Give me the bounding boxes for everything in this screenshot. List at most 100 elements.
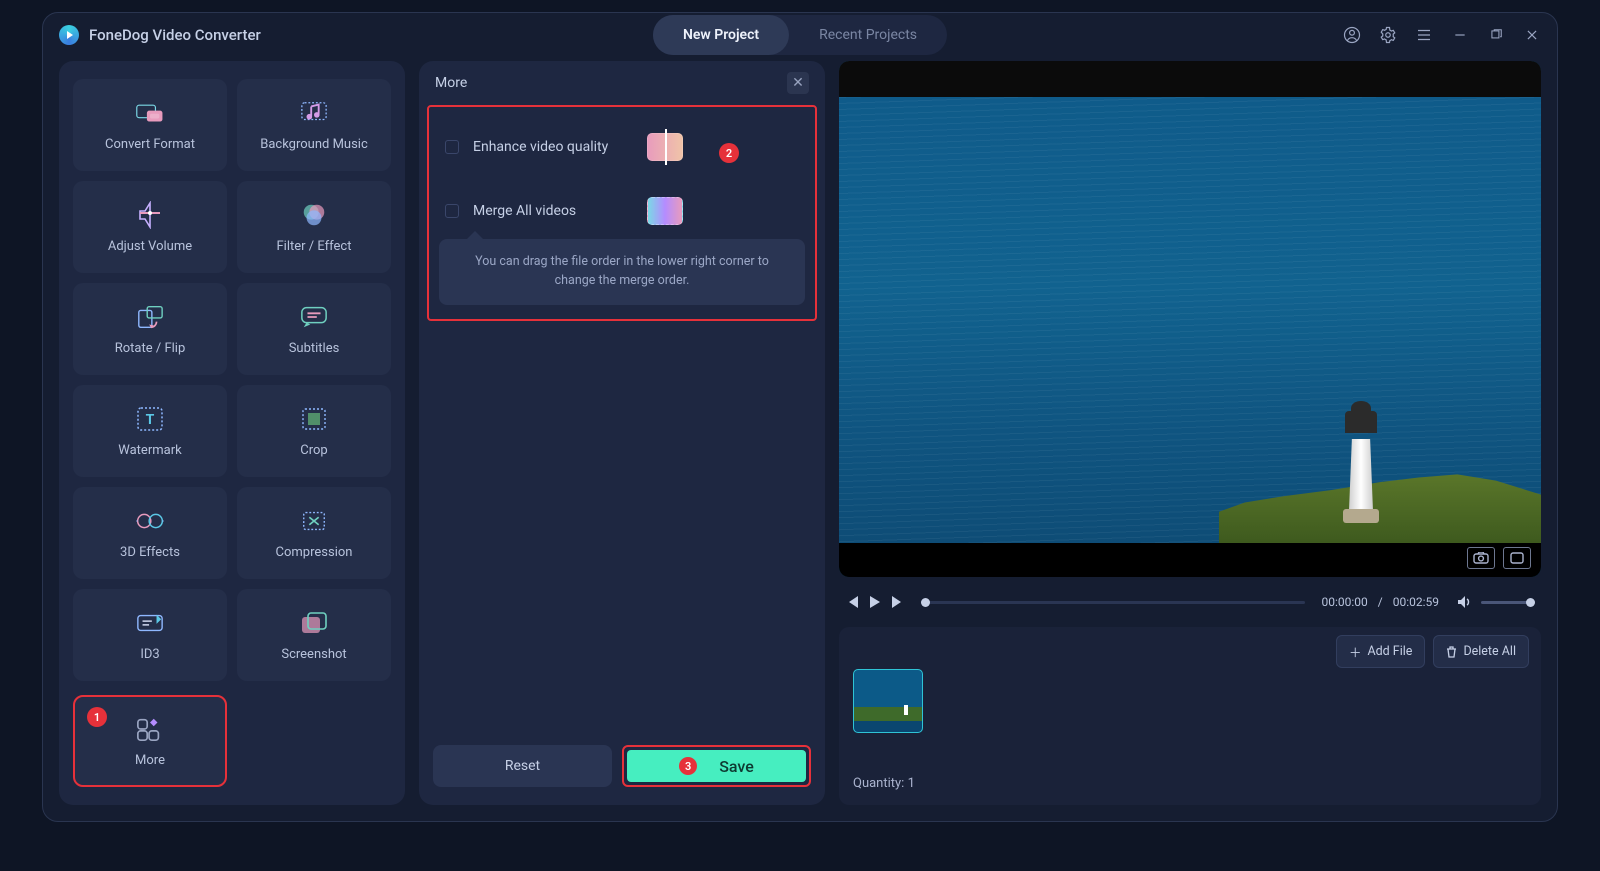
add-file-button[interactable]: ＋ Add File xyxy=(1336,635,1426,668)
settings-icon[interactable] xyxy=(1379,26,1397,44)
tool-label: Filter / Effect xyxy=(277,239,352,254)
close-button[interactable] xyxy=(1523,26,1541,44)
volume-slider[interactable] xyxy=(1481,601,1535,604)
tool-crop[interactable]: Crop xyxy=(237,385,391,477)
quantity-label: Quantity: 1 xyxy=(853,770,1527,795)
merge-icon xyxy=(647,197,683,225)
tool-screenshot[interactable]: Screenshot xyxy=(237,589,391,681)
more-icon xyxy=(136,715,164,743)
maximize-button[interactable] xyxy=(1487,26,1505,44)
option-label: Enhance video quality xyxy=(473,139,633,155)
tool-watermark[interactable]: T Watermark xyxy=(73,385,227,477)
app-window: FoneDog Video Converter New Project Rece… xyxy=(42,12,1558,822)
rotate-icon xyxy=(136,303,164,331)
tool-label: 3D Effects xyxy=(120,545,180,560)
app-logo-icon xyxy=(59,25,79,45)
volume-icon xyxy=(136,201,164,229)
trash-icon xyxy=(1446,646,1457,658)
annotation-badge-1: 1 xyxy=(87,707,107,727)
tab-recent-projects[interactable]: Recent Projects xyxy=(789,15,947,55)
tool-label: Convert Format xyxy=(105,137,195,152)
subtitles-icon xyxy=(300,303,328,331)
app-title: FoneDog Video Converter xyxy=(89,26,261,44)
fullscreen-icon[interactable] xyxy=(1503,547,1531,569)
file-thumbnail[interactable] xyxy=(853,669,923,733)
tool-rotate-flip[interactable]: Rotate / Flip xyxy=(73,283,227,375)
tool-label: ID3 xyxy=(140,647,159,662)
annotation-badge-2: 2 xyxy=(719,143,739,163)
account-icon[interactable] xyxy=(1343,26,1361,44)
more-panel-body: 2 Enhance video quality Merge All videos… xyxy=(427,105,817,321)
player-controls: 00:00:00 / 00:02:59 xyxy=(839,587,1541,617)
plus-icon: ＋ xyxy=(1349,642,1362,661)
time-current: 00:00:00 xyxy=(1321,595,1367,609)
save-button-highlight: 3 Save xyxy=(622,745,811,787)
tool-label: Subtitles xyxy=(289,341,340,356)
toolbox: Convert Format Background Music Adjust V… xyxy=(59,61,405,805)
tool-adjust-volume[interactable]: Adjust Volume xyxy=(73,181,227,273)
play-button[interactable] xyxy=(869,596,881,608)
titlebar: FoneDog Video Converter New Project Rece… xyxy=(43,13,1557,57)
volume-icon[interactable] xyxy=(1457,596,1471,608)
id3-icon xyxy=(136,609,164,637)
tool-3d-effects[interactable]: 3D Effects xyxy=(73,487,227,579)
save-button[interactable]: 3 Save xyxy=(627,750,806,782)
option-label: Merge All videos xyxy=(473,203,633,219)
delete-all-button[interactable]: Delete All xyxy=(1433,635,1529,668)
tool-grid: Convert Format Background Music Adjust V… xyxy=(73,79,391,681)
menu-icon[interactable] xyxy=(1415,26,1433,44)
tool-label: Watermark xyxy=(118,443,181,458)
watermark-icon: T xyxy=(136,405,164,433)
prev-button[interactable] xyxy=(845,596,859,608)
tool-label: Crop xyxy=(300,443,327,458)
window-controls xyxy=(1343,26,1541,44)
merge-hint: You can drag the file order in the lower… xyxy=(439,239,805,305)
tool-label: Adjust Volume xyxy=(108,239,192,254)
tool-label: Rotate / Flip xyxy=(115,341,186,356)
content-area: Convert Format Background Music Adjust V… xyxy=(43,57,1557,821)
save-button-label: Save xyxy=(719,757,754,776)
tool-label: Compression xyxy=(276,545,353,560)
project-tabs: New Project Recent Projects xyxy=(653,15,947,55)
tool-subtitles[interactable]: Subtitles xyxy=(237,283,391,375)
checkbox-merge[interactable] xyxy=(445,204,459,218)
snapshot-icon[interactable] xyxy=(1467,547,1495,569)
compression-icon xyxy=(300,507,328,535)
3d-icon xyxy=(136,507,164,535)
more-panel: More ✕ 2 Enhance video quality Merge All… xyxy=(419,61,825,805)
video-preview[interactable] xyxy=(839,61,1541,577)
right-column: 00:00:00 / 00:02:59 ＋ Add File Delete Al… xyxy=(839,61,1541,805)
time-duration: 00:02:59 xyxy=(1393,595,1439,609)
tool-compression[interactable]: Compression xyxy=(237,487,391,579)
close-icon[interactable]: ✕ xyxy=(787,72,809,94)
music-icon xyxy=(300,99,328,127)
minimize-button[interactable] xyxy=(1451,26,1469,44)
option-enhance-quality[interactable]: Enhance video quality xyxy=(439,115,805,179)
option-merge-all[interactable]: Merge All videos xyxy=(439,179,805,233)
reset-button[interactable]: Reset xyxy=(433,745,612,787)
convert-icon xyxy=(136,99,164,127)
tool-label: Screenshot xyxy=(281,647,346,662)
tool-id3[interactable]: ID3 xyxy=(73,589,227,681)
crop-icon xyxy=(300,405,328,433)
lighthouse-graphic xyxy=(1337,405,1385,523)
annotation-badge-3: 3 xyxy=(679,757,697,775)
next-button[interactable] xyxy=(891,596,905,608)
enhance-icon xyxy=(647,133,683,161)
more-panel-header: More ✕ xyxy=(419,61,825,105)
tab-new-project[interactable]: New Project xyxy=(653,15,789,55)
svg-text:T: T xyxy=(146,412,155,428)
timeline-slider[interactable] xyxy=(921,601,1305,604)
tool-convert-format[interactable]: Convert Format xyxy=(73,79,227,171)
filter-icon xyxy=(300,201,328,229)
more-panel-title: More xyxy=(435,75,467,91)
file-thumbnails xyxy=(853,669,1527,733)
screenshot-icon xyxy=(300,609,328,637)
tool-label: More xyxy=(135,753,165,768)
tool-more[interactable]: 1 More xyxy=(73,695,227,787)
checkbox-enhance[interactable] xyxy=(445,140,459,154)
tool-background-music[interactable]: Background Music xyxy=(237,79,391,171)
tool-label: Background Music xyxy=(260,137,368,152)
more-panel-footer: Reset 3 Save xyxy=(419,745,825,805)
tool-filter-effect[interactable]: Filter / Effect xyxy=(237,181,391,273)
